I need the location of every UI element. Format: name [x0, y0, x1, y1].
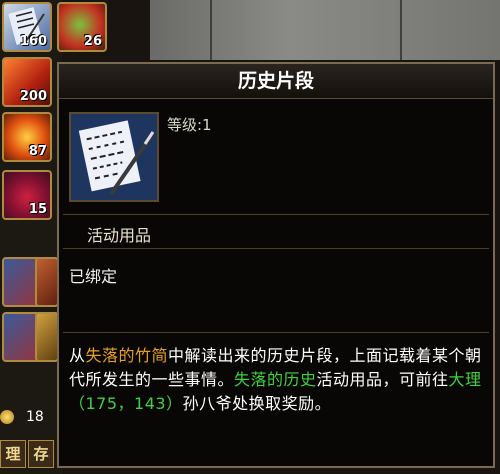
store-button[interactable]: 存: [28, 440, 54, 468]
item-level: 等级:1: [167, 116, 212, 134]
inventory-slot-fire-orb[interactable]: 87: [2, 112, 52, 162]
slot-count: 200: [19, 89, 47, 104]
inventory-slot-arrows[interactable]: [35, 312, 59, 362]
item-category: 活动用品: [87, 226, 152, 245]
slot-count: 15: [28, 202, 47, 217]
gold-count: 18: [26, 409, 44, 425]
gold-coin-icon: [0, 410, 14, 424]
item-tooltip: 历史片段 等级:1 活动用品 已绑定 从失落的竹简中解读出来的历史片段，上面记载…: [57, 62, 495, 468]
divider: [63, 332, 489, 333]
slot-count: 26: [83, 34, 102, 49]
inventory-slot-chest-3[interactable]: [35, 257, 59, 307]
item-title: 历史片段: [59, 64, 493, 99]
slot-count: 160: [19, 34, 47, 49]
desc-item-highlight: 失落的历史: [234, 370, 317, 389]
inventory-slot-fruit[interactable]: 26: [57, 2, 107, 52]
slot-count: 87: [28, 144, 47, 159]
inventory-panel: 160 26 200 87 15 18 理 存: [0, 0, 107, 474]
history-fragment-icon: [71, 114, 157, 200]
desc-item-link: 失落的竹简: [85, 346, 169, 365]
item-description: 从失落的竹简中解读出来的历史片段，上面记载着某个朝代所发生的一些事情。失落的历史…: [69, 344, 489, 416]
scene-background: [150, 0, 500, 60]
desc-text: 孙八爷处换取奖励。: [182, 394, 332, 413]
item-bound-status: 已绑定: [69, 267, 118, 286]
desc-text: 活动用品，可前往: [316, 370, 449, 389]
inventory-slot-berries[interactable]: 15: [2, 170, 52, 220]
divider: [63, 248, 489, 249]
item-icon: [69, 112, 159, 202]
divider: [63, 214, 489, 215]
inventory-slot-red-box[interactable]: 200: [2, 57, 52, 107]
desc-text: 从: [69, 346, 86, 365]
organize-button[interactable]: 理: [0, 440, 26, 468]
inventory-slot-scroll[interactable]: 160: [2, 2, 52, 52]
